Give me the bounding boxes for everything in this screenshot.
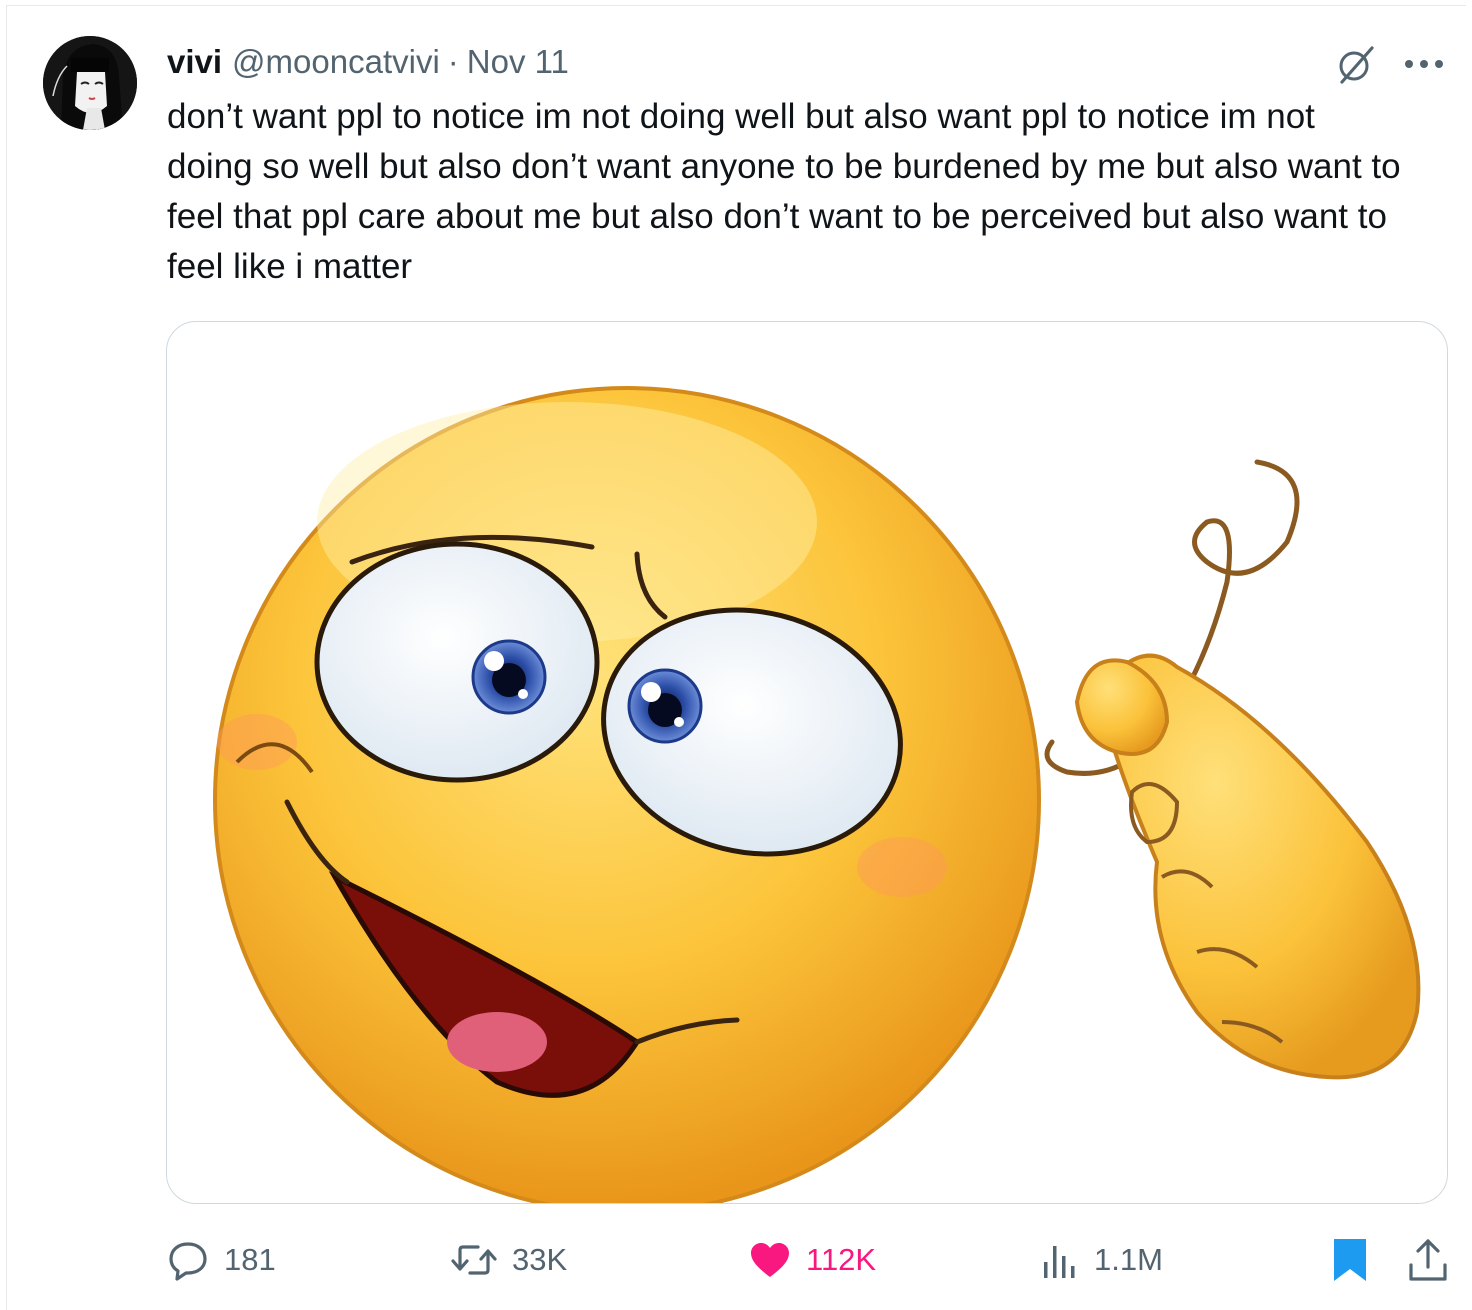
bookmark-button[interactable] — [1330, 1234, 1370, 1286]
card-left-border — [6, 5, 7, 1310]
reply-button[interactable]: 181 — [166, 1234, 276, 1286]
like-button[interactable]: 112K — [748, 1234, 876, 1286]
repost-button[interactable]: 33K — [450, 1234, 567, 1286]
author-handle[interactable]: @mooncatvivi — [232, 43, 440, 81]
share-button[interactable] — [1406, 1234, 1450, 1286]
share-upload-icon — [1409, 1239, 1447, 1281]
tweet-text: don’t want ppl to notice im not doing we… — [167, 97, 1401, 286]
heart-filled-icon — [751, 1243, 789, 1277]
avatar[interactable] — [43, 36, 137, 130]
tweet-date[interactable]: Nov 11 — [467, 43, 569, 81]
repost-count: 33K — [512, 1242, 568, 1277]
separator-dot: · — [447, 43, 459, 80]
views-count: 1.1M — [1094, 1242, 1163, 1277]
repost-arrows-icon — [451, 1245, 497, 1275]
bar-chart-icon — [1044, 1246, 1075, 1278]
speech-bubble-icon — [169, 1242, 207, 1281]
reply-count: 181 — [224, 1242, 276, 1277]
tweet-action-bar: 181 33K 112K 1.1M — [166, 1234, 1448, 1286]
like-count: 112K — [806, 1242, 877, 1277]
tweet-media[interactable] — [166, 321, 1448, 1204]
ellipsis-icon[interactable] — [1404, 58, 1444, 70]
emoji-image — [213, 386, 1421, 1203]
views-button[interactable]: 1.1M — [1040, 1234, 1163, 1286]
bookmark-filled-icon — [1334, 1239, 1366, 1281]
avatar-illustration — [43, 36, 137, 130]
author-name[interactable]: vivi — [167, 43, 222, 81]
tweet-header: vivi @mooncatvivi · Nov 11 — [167, 40, 569, 84]
card-top-border — [6, 5, 1466, 6]
grok-slash-icon[interactable] — [1334, 42, 1378, 86]
tweet-top-actions — [1334, 42, 1444, 86]
